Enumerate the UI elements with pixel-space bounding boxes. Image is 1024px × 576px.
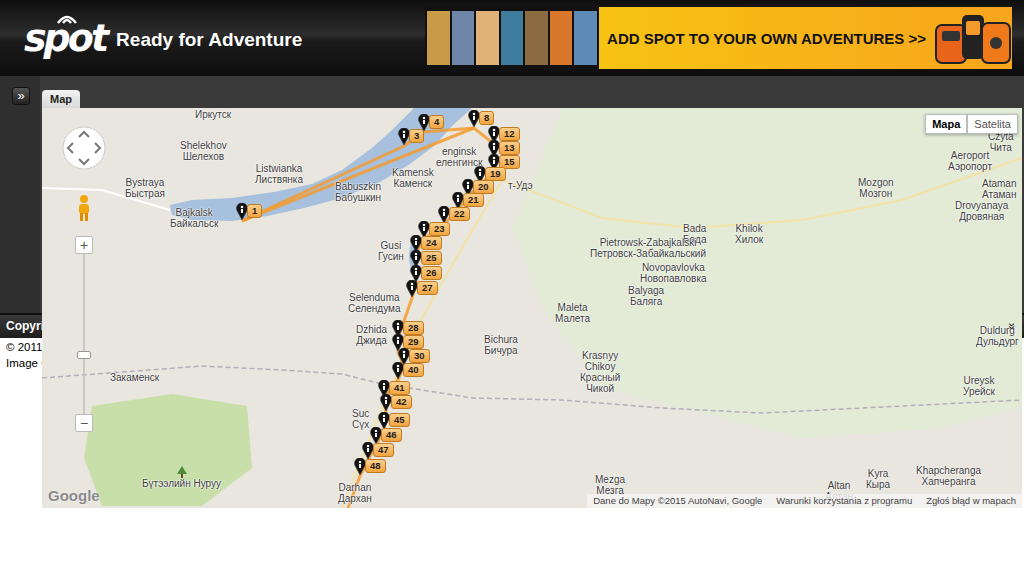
place-label: Закаменск [110, 372, 159, 383]
place-label: MaletaМалета [555, 302, 590, 324]
tab[interactable]: Map [42, 90, 80, 108]
pegman-icon[interactable] [76, 194, 92, 222]
sidebar-toggle[interactable]: » [12, 87, 30, 105]
banner-photo [501, 11, 524, 65]
zoom-in-button[interactable]: + [75, 236, 93, 254]
place-label: NovopavlovkaНовопавловка [640, 262, 707, 284]
spot-logo[interactable]: spot [24, 19, 106, 57]
place-label: UreyskУрейск [963, 375, 995, 397]
banner-cta[interactable]: ADD SPOT TO YOUR OWN ADVENTURES >> [599, 7, 1012, 69]
place-label: KyraКыра [866, 468, 890, 490]
place-label: DzhidaДжида [356, 324, 387, 346]
place-label: MozgonМозгон [858, 177, 894, 199]
place-label: BalyagaБаляга [628, 285, 664, 307]
place-label: BichuraБичура [484, 334, 518, 356]
place-label: ListwiankaЛиствянка [255, 163, 303, 185]
zoom-out-button[interactable]: − [75, 414, 93, 432]
brand[interactable]: spot Ready for Adventure [24, 19, 302, 57]
map-type-control: MapaSatelita [925, 114, 1018, 134]
tagline: Ready for Adventure [116, 29, 302, 51]
track-marker[interactable]: 47 [362, 442, 394, 460]
place-label: GusiГусин [378, 240, 404, 262]
track-marker[interactable]: 40 [392, 362, 424, 380]
place-label: KhilokХилок [735, 223, 763, 245]
map-terrain [42, 108, 1022, 508]
banner-photo [574, 11, 597, 65]
place-label: BystrayaБыстрая [125, 177, 165, 199]
attribution: Dane do Mapy ©2015 AutoNavi, Google Warun… [587, 494, 1022, 508]
attribution-item[interactable]: Warunki korzystania z programu [776, 495, 912, 507]
spot-app: spot Ready for Adventure ADD SPOT TO YOU… [0, 0, 1024, 576]
attribution-item: Dane do Mapy ©2015 AutoNavi, Google [593, 495, 762, 507]
place-label: MezgaМезга [595, 474, 625, 496]
track-marker[interactable]: 3 [398, 128, 424, 146]
banner-photo [476, 11, 499, 65]
banner-photo [525, 11, 548, 65]
place-label: KhapcherangaХапчеранга [916, 465, 981, 487]
tree-icon [177, 466, 187, 478]
place-label: BabuszkinБабушкин [335, 181, 381, 203]
track-marker[interactable]: 4 [418, 114, 444, 132]
signal-icon [52, 9, 82, 25]
place-label: enginskеленгинск [436, 146, 482, 168]
map[interactable]: 1 3 4 8 12 13 15 19 20 21 22 23 24 25 26… [42, 108, 1022, 508]
banner-photo [550, 11, 573, 65]
device-icon [932, 11, 1012, 65]
banner-photos [425, 7, 599, 69]
place-label: AeroportАэропорт [948, 150, 992, 172]
place-label: AtamanАтаман [982, 178, 1016, 200]
track-marker[interactable]: 27 [406, 280, 438, 298]
track-marker[interactable]: 48 [354, 458, 386, 476]
map-type-button[interactable]: Satelita [967, 114, 1018, 134]
place-label: KrasnyyChikoyКрасныйЧикой [580, 350, 620, 394]
tab-bar: Map [42, 86, 1022, 108]
ad-banner[interactable]: ADD SPOT TO YOUR OWN ADVENTURES >> [425, 7, 1012, 69]
zoom-control: + − [75, 236, 93, 432]
header: spot Ready for Adventure ADD SPOT TO YOU… [0, 0, 1024, 76]
track-marker[interactable]: 8 [468, 110, 494, 128]
sidebar: » [0, 76, 40, 313]
place-label: ShelekhovШелехов [180, 140, 227, 162]
place-label: DarhanДархан [338, 482, 372, 504]
banner-photo [452, 11, 475, 65]
zoom-handle[interactable] [77, 351, 91, 359]
main-area: » Map 1 3 4 8 12 13 15 19 20 21 22 23 24… [0, 76, 1024, 313]
pan-control[interactable] [62, 126, 106, 170]
map-type-button[interactable]: Mapa [925, 114, 967, 134]
place-label: Иркутск [195, 109, 231, 120]
place-label: SucСүх [352, 408, 369, 430]
attribution-item[interactable]: Zgłoś błąd w mapach [926, 495, 1016, 507]
place-label: KamenskКаменск [392, 167, 434, 189]
google-logo: Google [48, 487, 100, 504]
place-label: BajkalskБайкальск [170, 207, 218, 229]
content: Map 1 3 4 8 12 13 15 19 20 21 22 23 24 2… [40, 76, 1024, 313]
place-label: DrovyanayaДровяная [955, 200, 1008, 222]
place-label: CzytaЧита [988, 131, 1014, 153]
place-label: Бүтээлийн Нуруу [142, 466, 221, 489]
track-marker[interactable]: 1 [236, 203, 262, 221]
place-label: т-Удэ [508, 180, 533, 191]
track-marker[interactable]: 42 [380, 394, 412, 412]
zoom-slider[interactable] [75, 254, 93, 414]
place-label: SelendumaСелендума [348, 292, 401, 314]
banner-photo [427, 11, 450, 65]
place-label: Pietrowsk-ZabajkalskiПетровск-Забайкальс… [590, 237, 706, 259]
